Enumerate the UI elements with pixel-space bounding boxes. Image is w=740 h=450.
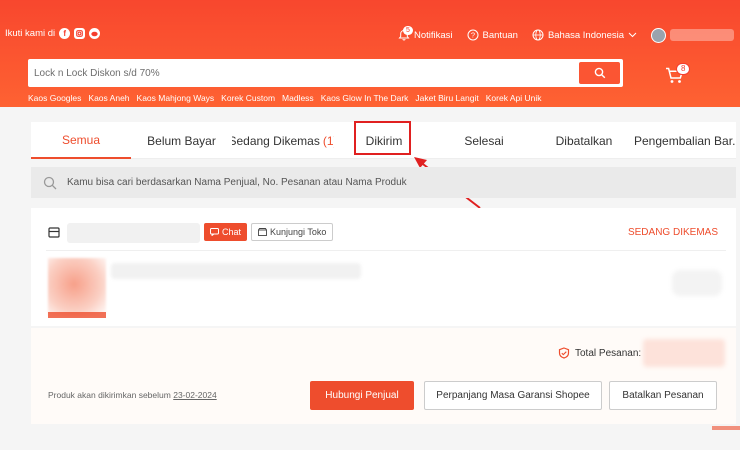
help-link[interactable]: ? Bantuan <box>467 29 518 41</box>
tab-label: Pengembalian Bar... <box>634 133 736 148</box>
tab-count: (1) <box>322 133 334 148</box>
top-right-nav: 5 Notifikasi ? Bantuan Bahasa Indonesia <box>398 24 740 46</box>
cancel-order-button[interactable]: Batalkan Pesanan <box>609 381 717 410</box>
highlight-box <box>354 121 411 155</box>
shop-icon <box>48 227 60 238</box>
order-card: Chat Kunjungi Toko SEDANG DIKEMAS <box>31 208 736 326</box>
language-selector[interactable]: Bahasa Indonesia <box>532 29 637 41</box>
social-follow: Ikuti kami di f <box>5 28 101 39</box>
search-icon <box>594 67 605 79</box>
delivery-date[interactable]: 23-02-2024 <box>173 390 216 400</box>
instagram-icon[interactable] <box>74 28 86 39</box>
contact-seller-button[interactable]: Hubungi Penjual <box>310 381 414 410</box>
product-price-redacted <box>672 270 722 296</box>
suggestion-link[interactable]: Jaket Biru Langit <box>415 93 478 103</box>
delivery-note: Produk akan dikirimkan sebelum 23-02-202… <box>48 390 217 400</box>
tab-label: Selesai <box>464 133 504 148</box>
search-icon <box>43 176 57 189</box>
notification-label: Notifikasi <box>413 29 453 41</box>
suggestion-link[interactable]: Kaos Glow In The Dark <box>321 93 409 103</box>
svg-text:?: ? <box>470 31 474 40</box>
search-input[interactable] <box>34 63 574 83</box>
shop-name-redacted[interactable] <box>67 223 200 243</box>
language-label: Bahasa Indonesia <box>547 29 624 41</box>
cancel-order-label: Batalkan Pesanan <box>622 390 704 401</box>
chat-icon <box>210 228 219 236</box>
contact-seller-label: Hubungi Penjual <box>325 390 399 401</box>
notification-badge: 5 <box>402 26 413 35</box>
help-icon: ? <box>467 29 479 41</box>
order-status: SEDANG DIKEMAS <box>627 227 718 238</box>
globe-icon <box>532 29 544 41</box>
cart-badge: 8 <box>676 63 691 75</box>
top-bar: Ikuti kami di f 5 Notifikasi ? Bantuan B… <box>0 24 740 46</box>
product-image-tag <box>48 312 106 318</box>
suggestion-link[interactable]: Kaos Mahjong Ways <box>137 93 215 103</box>
search-bar <box>28 59 623 87</box>
top-header: Ikuti kami di f 5 Notifikasi ? Bantuan B… <box>0 0 740 107</box>
extend-guarantee-label: Perpanjang Masa Garansi Shopee <box>436 390 590 401</box>
tab-returns[interactable]: Pengembalian Bar... <box>634 122 736 159</box>
tab-unpaid[interactable]: Belum Bayar <box>131 122 232 159</box>
suggestion-link[interactable]: Korek Custom <box>221 93 275 103</box>
suggestion-link[interactable]: Korek Api Unik <box>486 93 542 103</box>
username-redacted[interactable] <box>670 29 734 41</box>
tab-packing[interactable]: Sedang Dikemas (1) <box>232 122 334 159</box>
order-search-bar[interactable]: Kamu bisa cari berdasarkan Nama Penjual,… <box>31 167 736 198</box>
follow-label: Ikuti kami di <box>5 28 56 39</box>
chat-label: Chat <box>222 227 242 237</box>
tab-all[interactable]: Semua <box>31 122 131 159</box>
total-label: Total Pesanan: <box>575 347 642 359</box>
order-search-placeholder: Kamu bisa cari berdasarkan Nama Penjual,… <box>67 177 407 188</box>
store-icon <box>258 228 267 236</box>
order-total: Total Pesanan: <box>558 347 641 359</box>
total-value-redacted <box>643 339 725 367</box>
visit-shop-button[interactable]: Kunjungi Toko <box>251 223 334 241</box>
chevron-down-icon <box>628 32 637 38</box>
help-label: Bantuan <box>482 29 518 41</box>
tab-label: Semua <box>61 132 101 147</box>
search-suggestions: Kaos Googles Kaos Aneh Kaos Mahjong Ways… <box>28 93 541 103</box>
order-footer: Total Pesanan: Produk akan dikirimkan se… <box>31 328 736 424</box>
notification-link[interactable]: 5 Notifikasi <box>398 26 453 41</box>
divider <box>46 250 726 251</box>
suggestion-link[interactable]: Kaos Aneh <box>88 93 129 103</box>
line-icon[interactable] <box>89 28 101 39</box>
tab-cancelled[interactable]: Dibatalkan <box>534 122 634 159</box>
tab-label: Sedang Dikemas <box>232 133 320 148</box>
tab-label: Belum Bayar <box>147 133 216 148</box>
shield-icon <box>558 347 570 359</box>
suggestion-link[interactable]: Kaos Googles <box>28 93 81 103</box>
scroll-edge <box>712 426 740 430</box>
product-image-redacted[interactable] <box>48 258 106 316</box>
delivery-note-text: Produk akan dikirimkan sebelum <box>48 390 171 400</box>
tab-label: Dibatalkan <box>555 133 613 148</box>
facebook-icon[interactable]: f <box>59 28 71 39</box>
product-name-redacted[interactable] <box>111 263 361 279</box>
visit-shop-label: Kunjungi Toko <box>270 227 327 237</box>
search-button[interactable] <box>579 62 620 84</box>
suggestion-link[interactable]: Madless <box>282 93 314 103</box>
avatar[interactable] <box>651 27 666 43</box>
extend-guarantee-button[interactable]: Perpanjang Masa Garansi Shopee <box>424 381 602 410</box>
chat-button[interactable]: Chat <box>204 223 248 241</box>
